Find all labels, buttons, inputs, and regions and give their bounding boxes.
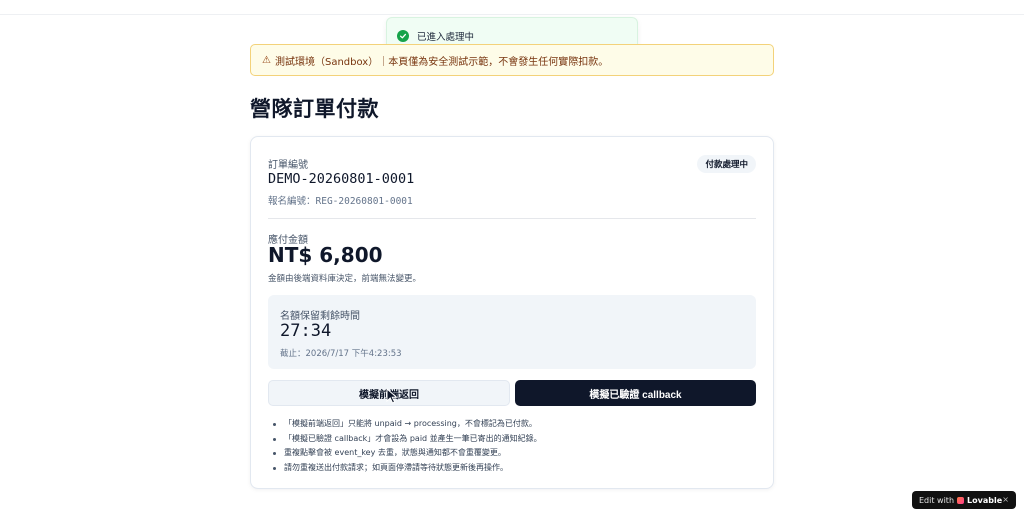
mouse-cursor-icon [386, 388, 398, 404]
lovable-brand: Lovable [967, 495, 1003, 505]
divider [268, 218, 756, 219]
notes-list: 「模擬前端返回」只能將 unpaid → processing，不會標記為已付款… [273, 417, 542, 475]
timer-deadline: 截止：2026/7/17 下午4:23:53 [280, 349, 402, 359]
top-bar [0, 0, 1024, 15]
list-item: 請勿重複送出付款請求；如頁面停滯請等待狀態更新後再操作。 [273, 461, 542, 476]
close-icon[interactable]: × [1002, 495, 1009, 504]
sandbox-banner: ⚠ 測試環境（Sandbox）｜本頁僅為安全測試示範，不會發生任何實際扣款。 [250, 44, 774, 76]
status-badge: 付款處理中 [697, 155, 756, 173]
simulate-callback-button[interactable]: 模擬已驗證 callback [515, 380, 756, 406]
toast-message: 已進入處理中 [417, 32, 475, 43]
reservation-timer-box: 名額保留剩餘時間 27:34 截止：2026/7/17 下午4:23:53 [268, 295, 756, 369]
list-item: 重複點擊會被 event_key 去重，狀態與通知都不會重覆變更。 [273, 446, 542, 461]
edit-with-lovable-badge[interactable]: Edit with Lovable × [912, 491, 1016, 509]
order-number: DEMO-20260801-0001 [268, 171, 415, 187]
amount-value: NT$ 6,800 [268, 243, 383, 267]
list-item: 「模擬前端返回」只能將 unpaid → processing，不會標記為已付款… [273, 417, 542, 432]
amount-note: 金額由後端資料庫決定，前端無法變更。 [268, 274, 422, 284]
warning-icon: ⚠ [262, 54, 271, 66]
lovable-prefix: Edit with [919, 495, 955, 505]
order-number-label: 訂單編號 [268, 160, 308, 171]
timer-label: 名額保留剩餘時間 [280, 311, 360, 322]
lovable-logo-icon [957, 496, 965, 504]
registration-label: 報名編號： [268, 196, 316, 207]
registration-value: REG-20260801-0001 [315, 196, 413, 207]
check-circle-icon [397, 30, 409, 42]
sandbox-banner-text: 測試環境（Sandbox）｜本頁僅為安全測試示範，不會發生任何實際扣款。 [274, 56, 609, 68]
list-item: 「模擬已驗證 callback」才會設為 paid 並產生一筆已寄出的通知紀錄。 [273, 432, 542, 447]
payment-card: 訂單編號 DEMO-20260801-0001 報名編號：REG-2026080… [250, 136, 774, 489]
countdown-timer: 27:34 [280, 321, 332, 341]
registration-number: 報名編號：REG-20260801-0001 [268, 193, 413, 207]
page-title: 營隊訂單付款 [250, 97, 379, 121]
